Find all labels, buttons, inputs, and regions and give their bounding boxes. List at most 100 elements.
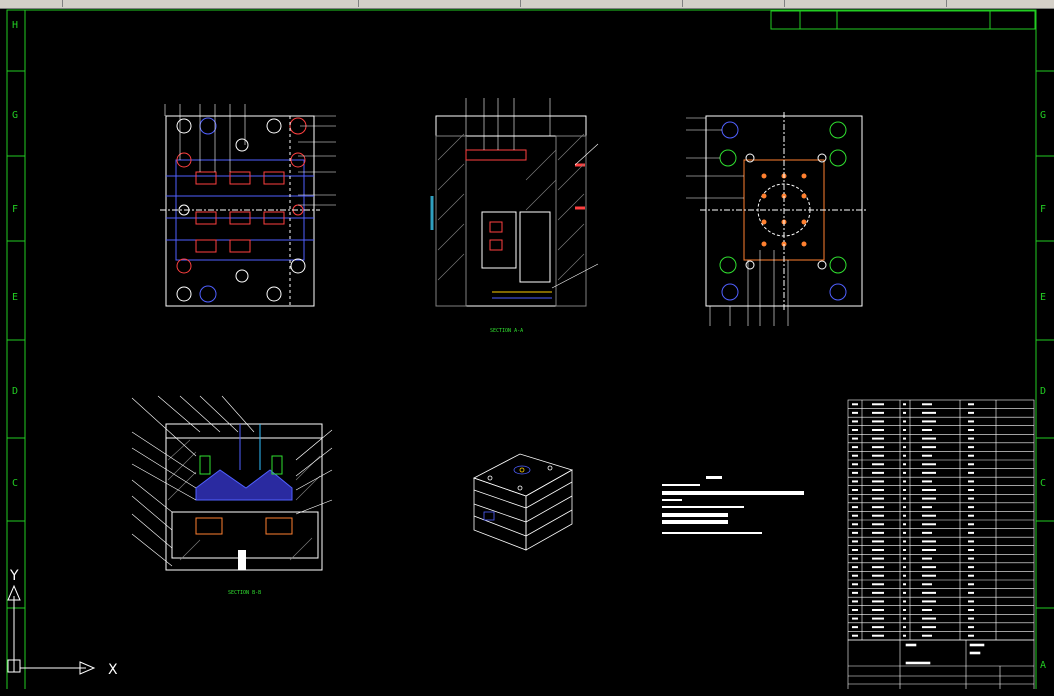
bom-cell-text xyxy=(922,429,932,431)
bom-cell-text xyxy=(922,471,936,474)
bom-cell-text xyxy=(872,523,884,526)
bom-cell-text xyxy=(872,497,884,500)
bom-cell-text xyxy=(903,471,906,474)
bom-cell-text xyxy=(922,591,936,594)
drawing-canvas[interactable]: H G F E D C G F E D C A SECTION A-A SECT… xyxy=(0,8,1054,696)
bom-cell-text xyxy=(852,429,858,431)
layer-dropdown[interactable] xyxy=(62,0,359,7)
bom-cell-text xyxy=(852,540,858,543)
bom-cell-text xyxy=(922,626,936,629)
bom-cell-text xyxy=(872,480,884,483)
bom-cell-text xyxy=(968,574,974,577)
bom-cell-text xyxy=(903,429,906,431)
bom-cell-text xyxy=(922,514,936,517)
bom-cell-text xyxy=(968,454,974,457)
bom-cell-text xyxy=(903,617,906,620)
title-block[interactable] xyxy=(847,639,1035,693)
bom-cell-text xyxy=(903,497,906,500)
bom-cell-text xyxy=(852,403,858,406)
bom-cell-text xyxy=(968,600,974,603)
bom-cell-text xyxy=(968,514,974,517)
lineweight-dropdown[interactable] xyxy=(684,0,785,7)
linetype-dropdown[interactable] xyxy=(522,0,683,7)
bom-cell-text xyxy=(922,617,936,620)
bom-cell-text xyxy=(968,540,974,543)
bom-cell-text xyxy=(968,531,974,534)
bom-cell-text xyxy=(922,454,932,457)
isometric-view[interactable] xyxy=(472,453,574,551)
bom-cell-text xyxy=(872,574,884,577)
bom-cell-text xyxy=(922,540,936,543)
bom-cell-text xyxy=(922,446,936,449)
bom-cell-text xyxy=(922,557,932,560)
row-label-e-left: E xyxy=(12,292,18,303)
technical-notes xyxy=(662,476,804,534)
bom-cell-text xyxy=(922,583,932,586)
bom-cell-text xyxy=(852,574,858,577)
bom-cell-text xyxy=(872,626,884,629)
bom-cell-text xyxy=(852,497,858,500)
bom-cell-text xyxy=(872,609,884,611)
bom-cell-text xyxy=(852,523,858,526)
row-label-d-right: D xyxy=(1040,386,1046,397)
bom-cell-text xyxy=(903,549,906,551)
bom-cell-text xyxy=(903,523,906,526)
bom-cell-text xyxy=(922,574,936,577)
bom-cell-text xyxy=(968,463,974,466)
bom-cell-text xyxy=(968,557,974,560)
bom-cell-text xyxy=(968,523,974,526)
bom-cell-text xyxy=(872,506,884,509)
bom-cell-text xyxy=(872,454,884,457)
bom-cell-text xyxy=(968,437,974,440)
section-a-view[interactable]: SECTION A-A xyxy=(430,98,599,334)
bom-cell-text xyxy=(903,557,906,560)
bom-cell-text xyxy=(922,463,936,466)
bom-cell-text xyxy=(903,591,906,594)
bom-cell-text xyxy=(852,566,858,569)
command-line[interactable] xyxy=(0,689,1054,696)
bom-cell-text xyxy=(852,626,858,629)
bom-cell-text xyxy=(903,480,906,483)
bom-cell-text xyxy=(872,446,884,449)
drawing-frame xyxy=(6,9,1054,693)
bom-cell-text xyxy=(852,437,858,440)
bom-cell-text xyxy=(922,497,936,500)
bom-cell-text xyxy=(922,489,936,491)
bom-cell-text xyxy=(852,506,858,509)
bom-cell-text xyxy=(968,446,974,449)
top-view-fixed-half[interactable] xyxy=(686,112,868,326)
bom-cell-text xyxy=(903,506,906,509)
bom-cell-text xyxy=(903,514,906,517)
plotstyle-dropdown[interactable] xyxy=(786,0,947,7)
bom-cell-text xyxy=(922,600,936,603)
bom-cell-text xyxy=(922,566,936,569)
quick-access-toolbar[interactable] xyxy=(0,0,63,7)
bill-of-materials[interactable] xyxy=(847,399,1035,641)
color-dropdown[interactable] xyxy=(360,0,521,7)
row-label-c-left: C xyxy=(12,478,18,489)
bom-cell-text xyxy=(903,403,906,406)
row-label-e-right: E xyxy=(1040,292,1046,303)
section-b-view[interactable]: SECTION B-B xyxy=(131,395,333,596)
row-label-g-left: G xyxy=(12,110,18,121)
row-label-c-right: C xyxy=(1040,478,1046,489)
bom-cell-text xyxy=(968,583,974,586)
top-view-moving-half[interactable] xyxy=(160,104,336,307)
bom-cell-text xyxy=(903,574,906,577)
bom-cell-text xyxy=(852,557,858,560)
bom-cell-text xyxy=(968,626,974,629)
section-b-label: SECTION B-B xyxy=(228,590,261,596)
row-label-f-left: F xyxy=(12,204,18,215)
bom-cell-text xyxy=(903,489,906,491)
bom-cell-text xyxy=(968,471,974,474)
bom-cell-text xyxy=(903,566,906,569)
bom-cell-text xyxy=(922,634,932,637)
border-row-labels: H G F E D C G F E D C A xyxy=(12,20,1046,671)
row-label-a-right: A xyxy=(1040,660,1046,671)
bom-cell-text xyxy=(872,549,884,551)
bom-cell-text xyxy=(968,506,974,509)
bom-cell-text xyxy=(903,626,906,629)
bom-cell-text xyxy=(968,634,974,637)
bom-cell-text xyxy=(903,446,906,449)
bom-cell-text xyxy=(968,591,974,594)
